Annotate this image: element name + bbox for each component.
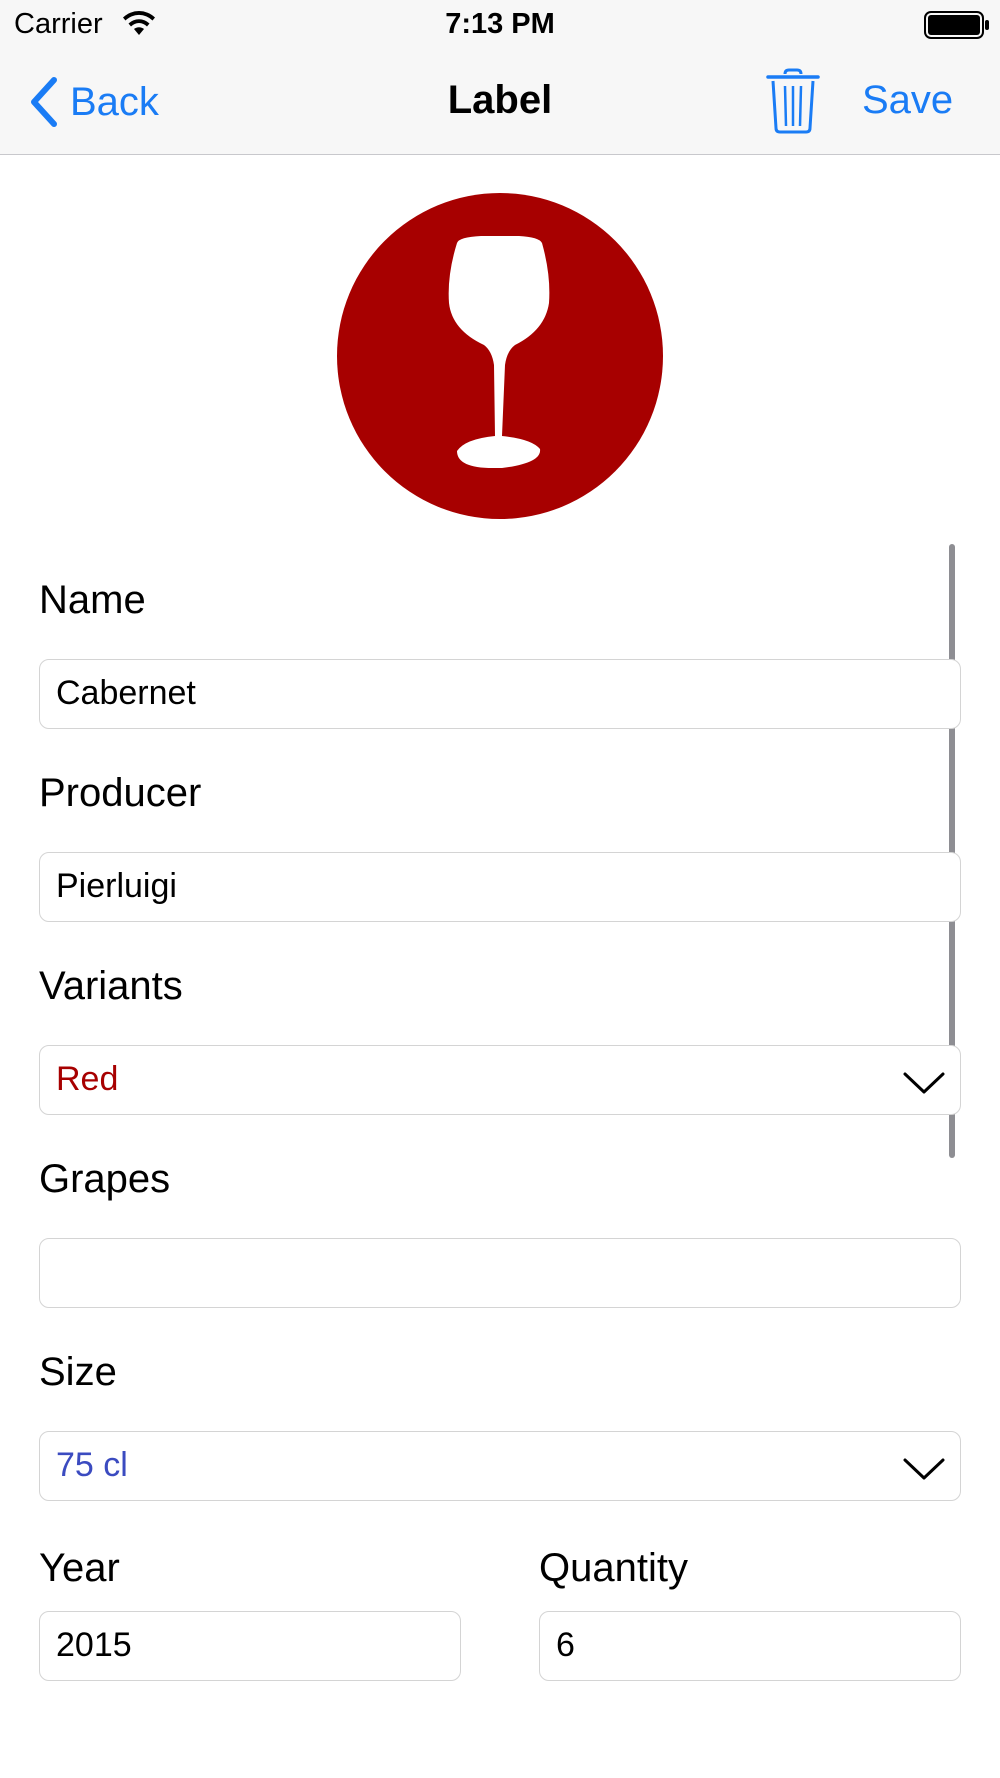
- name-value: Cabernet: [56, 674, 196, 712]
- chevron-down-icon: [903, 1458, 945, 1480]
- trash-icon[interactable]: [766, 68, 820, 134]
- chevron-down-icon: [903, 1072, 945, 1094]
- navigation-bar: Back Label Save: [0, 50, 1000, 155]
- grapes-field[interactable]: [39, 1238, 961, 1308]
- variants-label: Variants: [39, 964, 183, 1008]
- wine-glass-icon: [448, 236, 550, 469]
- battery-icon: [924, 11, 989, 39]
- variants-select[interactable]: Red: [39, 1045, 961, 1115]
- wine-label-screen: Carrier 7:13 PM Back Label Save Name Cab…: [0, 0, 1000, 1778]
- status-bar: Carrier 7:13 PM: [0, 0, 1000, 50]
- year-value: 2015: [56, 1626, 132, 1664]
- wine-type-icon[interactable]: [337, 193, 663, 519]
- producer-field[interactable]: Pierluigi: [39, 852, 961, 922]
- year-field[interactable]: 2015: [39, 1611, 461, 1681]
- quantity-label: Quantity: [539, 1546, 688, 1590]
- name-label: Name: [39, 578, 146, 622]
- save-button[interactable]: Save: [862, 78, 953, 123]
- page-title: Label: [447, 78, 553, 122]
- quantity-field[interactable]: 6: [539, 1611, 961, 1681]
- producer-label: Producer: [39, 771, 202, 815]
- year-label: Year: [39, 1546, 120, 1590]
- size-value: 75 cl: [56, 1446, 128, 1484]
- size-select[interactable]: 75 cl: [39, 1431, 961, 1501]
- size-label: Size: [39, 1350, 117, 1394]
- variants-value: Red: [56, 1060, 119, 1098]
- grapes-label: Grapes: [39, 1157, 171, 1201]
- status-time: 7:13 PM: [445, 8, 555, 40]
- quantity-value: 6: [556, 1626, 575, 1664]
- producer-value: Pierluigi: [56, 867, 177, 905]
- name-field[interactable]: Cabernet: [39, 659, 961, 729]
